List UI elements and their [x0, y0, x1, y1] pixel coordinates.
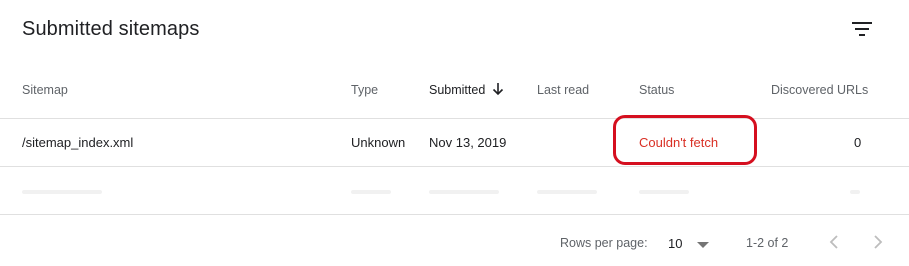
dropdown-caret-icon: [697, 242, 709, 248]
placeholder-row: [0, 167, 909, 214]
filter-list-icon: [852, 22, 872, 36]
column-header-discovered-urls[interactable]: Discovered URLs: [771, 83, 868, 97]
cell-submitted: Nov 13, 2019: [429, 135, 507, 150]
column-header-submitted[interactable]: Submitted: [429, 83, 485, 97]
placeholder-bar: [537, 190, 597, 194]
sitemaps-card: Submitted sitemaps Sitemap Type Submitte…: [0, 0, 909, 266]
rows-per-page-label: Rows per page:: [560, 236, 648, 250]
column-header-status[interactable]: Status: [639, 83, 674, 97]
annotation-highlight-ring: [613, 115, 757, 165]
placeholder-bar: [639, 190, 689, 194]
card-title: Submitted sitemaps: [22, 18, 200, 40]
column-header-type[interactable]: Type: [351, 83, 378, 97]
arrow-down-icon[interactable]: [491, 81, 505, 97]
cell-discovered-urls: 0: [854, 135, 862, 150]
placeholder-bar: [351, 190, 391, 194]
cell-sitemap[interactable]: /sitemap_index.xml: [22, 135, 133, 150]
placeholder-bar: [850, 190, 860, 194]
column-header-sitemap[interactable]: Sitemap: [22, 83, 68, 97]
next-page-button[interactable]: [866, 230, 890, 254]
rows-per-page-select[interactable]: 10: [664, 230, 714, 254]
pagination-range: 1-2 of 2: [746, 236, 789, 250]
placeholder-bar: [429, 190, 499, 194]
footer-divider: [0, 214, 909, 215]
rows-per-page-value: 10: [668, 236, 683, 251]
chevron-left-icon: [829, 235, 838, 249]
filter-button[interactable]: [846, 13, 878, 45]
cell-type: Unknown: [351, 135, 406, 150]
previous-page-button[interactable]: [822, 230, 846, 254]
placeholder-bar: [22, 190, 102, 194]
chevron-right-icon: [874, 235, 883, 249]
column-header-last-read[interactable]: Last read: [537, 83, 589, 97]
